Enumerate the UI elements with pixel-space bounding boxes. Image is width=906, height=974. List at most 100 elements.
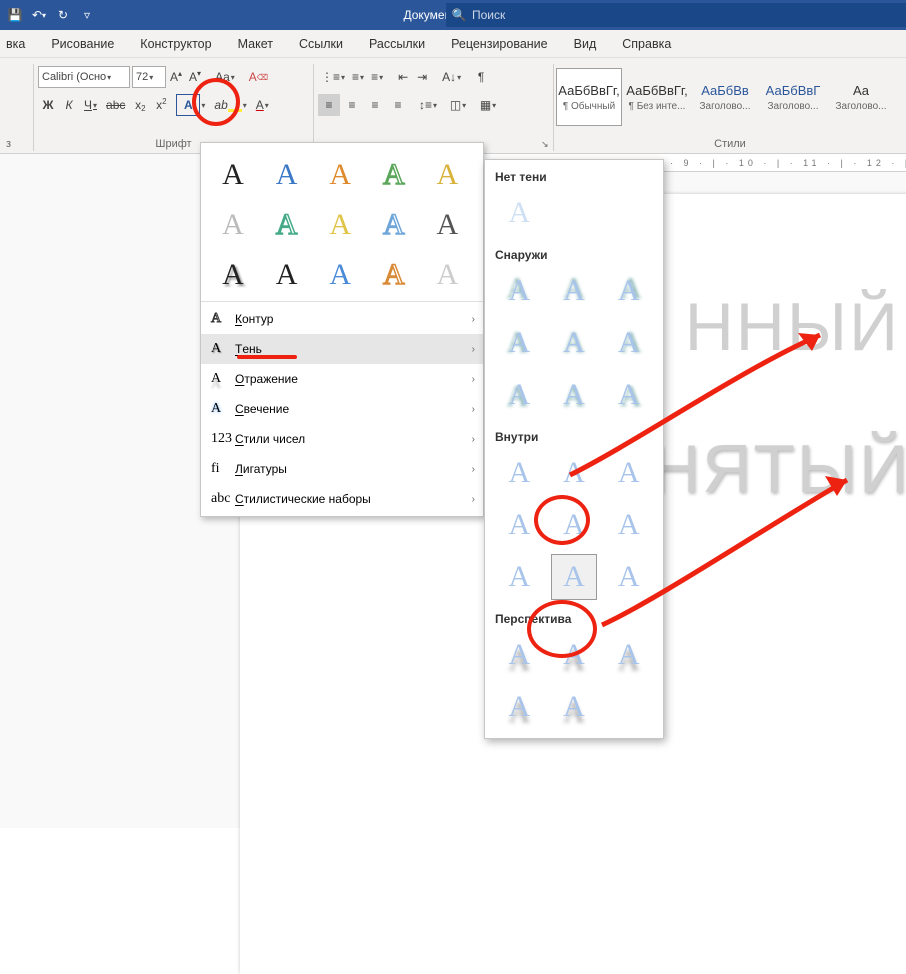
outdent-button[interactable]: ⇤ [394, 66, 412, 88]
ribbon: з Calibri (Осно 72 A▴ A▾ Aa A⌫ Ж К Ч abc… [0, 58, 906, 154]
shadow-preset[interactable]: A [496, 320, 542, 366]
sort-button[interactable]: A↓ [439, 66, 464, 88]
text-effects-gallery: AAAAAAAAAAAAAAA [201, 143, 483, 301]
style-card[interactable]: АаБбВвЗаголово... [692, 68, 758, 126]
text-effect-preset[interactable]: A [211, 203, 255, 247]
shadow-preset[interactable]: A [606, 372, 652, 418]
shadow-preset[interactable]: A [551, 450, 597, 496]
text-effect-preset[interactable]: A [318, 153, 362, 197]
tab-ссылки[interactable]: Ссылки [297, 37, 345, 51]
text-effect-preset[interactable]: A [425, 203, 469, 247]
style-card[interactable]: АаБбВвГг,¶ Без инте... [624, 68, 690, 126]
clear-format-button[interactable]: A⌫ [246, 66, 271, 88]
font-color-button[interactable]: A [252, 94, 273, 116]
save-icon[interactable]: 💾 [6, 6, 24, 24]
text-effect-preset[interactable]: A [425, 153, 469, 197]
shadow-preset[interactable]: A [496, 632, 542, 678]
borders-button[interactable]: ▦ [477, 94, 499, 116]
search-placeholder: Поиск [472, 8, 505, 22]
text-effect-preset[interactable]: A [265, 253, 309, 297]
bullets-button[interactable]: ⋮≡ [318, 66, 348, 88]
strike-button[interactable]: abc [102, 94, 129, 116]
align-center-button[interactable]: ≡ [341, 94, 363, 116]
shadow-preset[interactable]: A [551, 502, 597, 548]
undo-icon[interactable]: ↶▾ [30, 6, 48, 24]
indent-button[interactable]: ⇥ [413, 66, 431, 88]
shadow-preset[interactable]: A [496, 190, 542, 236]
shading-button[interactable]: ◫ [447, 94, 469, 116]
shadow-preset[interactable]: A [496, 372, 542, 418]
italic-button[interactable]: К [59, 94, 79, 116]
text-effect-preset[interactable]: A [372, 153, 416, 197]
search-box[interactable]: 🔍 Поиск [446, 3, 906, 27]
shadow-preset[interactable]: A [551, 320, 597, 366]
align-right-button[interactable]: ≡ [364, 94, 386, 116]
shadow-preset[interactable]: A [496, 268, 542, 314]
subscript-button[interactable]: x2 [130, 94, 150, 116]
style-card[interactable]: АаЗаголово... [828, 68, 894, 126]
text-effect-preset[interactable]: A [372, 253, 416, 297]
shadow-preset[interactable]: A [606, 450, 652, 496]
font-name-combo[interactable]: Calibri (Осно [38, 66, 130, 88]
numbering-button[interactable]: ≡ [349, 66, 367, 88]
tab-рецензирование[interactable]: Рецензирование [449, 37, 550, 51]
shadow-preset[interactable]: A [496, 684, 542, 730]
bold-button[interactable]: Ж [38, 94, 58, 116]
tab-вка[interactable]: вка [4, 37, 27, 51]
text-effects-button[interactable]: A [172, 94, 209, 116]
text-effect-preset[interactable]: A [318, 253, 362, 297]
text-effect-preset[interactable]: A [265, 203, 309, 247]
highlight-color-button[interactable]: ab [210, 94, 250, 116]
tab-справка[interactable]: Справка [620, 37, 673, 51]
shadow-preset[interactable]: A [551, 268, 597, 314]
tab-конструктор[interactable]: Конструктор [138, 37, 213, 51]
tab-макет[interactable]: Макет [236, 37, 275, 51]
text-effect-item-стилистические наборы[interactable]: abcСтилистические наборы› [201, 484, 483, 514]
style-card[interactable]: АаБбВвГг,¶ Обычный [556, 68, 622, 126]
shadow-preset[interactable]: A [606, 554, 652, 600]
shadow-preset[interactable]: A [551, 684, 597, 730]
font-size-combo[interactable]: 72 [132, 66, 166, 88]
superscript-button[interactable]: x2 [151, 94, 171, 116]
multilevel-button[interactable]: ≡ [368, 66, 386, 88]
change-case-button[interactable]: Aa [212, 66, 238, 88]
justify-button[interactable]: ≡ [387, 94, 409, 116]
shrink-font-button[interactable]: A▾ [186, 66, 204, 88]
text-effect-item-контур[interactable]: AКонтур› [201, 304, 483, 334]
shadow-section-label: Перспектива [495, 608, 653, 632]
shadow-preset[interactable]: A [551, 632, 597, 678]
qat-customize-icon[interactable]: ▿ [78, 6, 96, 24]
show-marks-button[interactable]: ¶ [472, 66, 490, 88]
grow-font-button[interactable]: A▴ [167, 66, 185, 88]
redo-icon[interactable]: ↻ [54, 6, 72, 24]
text-effect-preset[interactable]: A [425, 253, 469, 297]
shadow-preset[interactable]: A [496, 450, 542, 496]
text-effect-item-тень[interactable]: AТень› [201, 334, 483, 364]
shadow-preset[interactable]: A [551, 372, 597, 418]
text-effect-preset[interactable]: A [211, 253, 255, 297]
text-effect-preset[interactable]: A [372, 203, 416, 247]
sample-text-2: НЯТЫЙ [651, 430, 906, 508]
shadow-preset[interactable]: A [606, 632, 652, 678]
tab-рисование[interactable]: Рисование [49, 37, 116, 51]
text-effect-item-лигатуры[interactable]: fiЛигатуры› [201, 454, 483, 484]
shadow-preset[interactable]: A [606, 320, 652, 366]
text-effect-preset[interactable]: A [211, 153, 255, 197]
tab-вид[interactable]: Вид [572, 37, 599, 51]
shadow-preset[interactable]: A [551, 554, 597, 600]
text-effect-item-стили чисел[interactable]: 123Стили чисел› [201, 424, 483, 454]
shadow-preset[interactable]: A [606, 268, 652, 314]
align-left-button[interactable]: ≡ [318, 94, 340, 116]
tab-рассылки[interactable]: Рассылки [367, 37, 427, 51]
shadow-preset[interactable]: A [606, 502, 652, 548]
shadow-preset[interactable]: A [496, 502, 542, 548]
line-spacing-button[interactable]: ↕≡ [417, 94, 439, 116]
paragraph-dialog-launcher[interactable]: ↘ [541, 139, 551, 149]
text-effect-item-отражение[interactable]: AОтражение› [201, 364, 483, 394]
shadow-preset[interactable]: A [496, 554, 542, 600]
text-effect-item-свечение[interactable]: AСвечение› [201, 394, 483, 424]
underline-button[interactable]: Ч [80, 94, 101, 116]
style-card[interactable]: АаБбВвГЗаголово... [760, 68, 826, 126]
text-effect-preset[interactable]: A [318, 203, 362, 247]
text-effect-preset[interactable]: A [265, 153, 309, 197]
